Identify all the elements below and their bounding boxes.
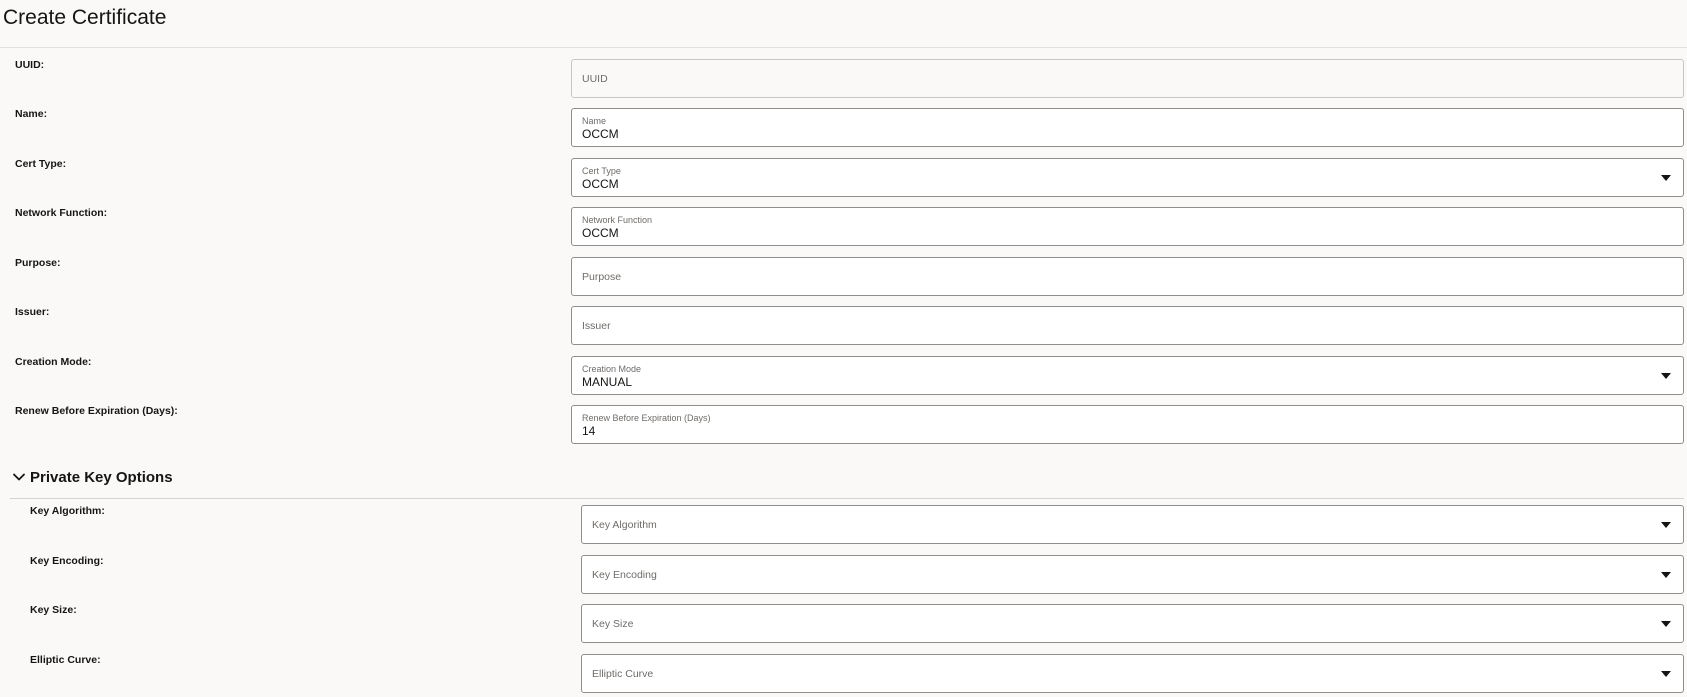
creation-mode-value: MANUAL bbox=[582, 375, 633, 389]
elliptic-curve-placeholder: Elliptic Curve bbox=[592, 668, 654, 680]
key-algorithm-row: Key Algorithm: Key Algorithm bbox=[0, 505, 1687, 545]
network-function-label: Network Function: bbox=[15, 207, 108, 219]
cert-type-value: OCCM bbox=[582, 177, 619, 191]
uuid-field[interactable]: UUID bbox=[571, 59, 1684, 98]
key-size-select[interactable]: Key Size bbox=[581, 604, 1684, 643]
purpose-field[interactable]: Purpose bbox=[571, 257, 1684, 296]
key-encoding-row: Key Encoding: Key Encoding bbox=[0, 555, 1687, 595]
key-size-label: Key Size: bbox=[30, 604, 77, 616]
key-algorithm-select[interactable]: Key Algorithm bbox=[581, 505, 1684, 544]
renew-before-expiration-field[interactable]: Renew Before Expiration (Days) 14 bbox=[571, 405, 1684, 444]
page-header: Create Certificate bbox=[0, 0, 1687, 48]
page-title: Create Certificate bbox=[3, 6, 167, 29]
key-encoding-select[interactable]: Key Encoding bbox=[581, 555, 1684, 594]
cert-type-label: Cert Type: bbox=[15, 158, 67, 170]
cert-type-row: Cert Type: Cert Type OCCM bbox=[0, 158, 1687, 198]
elliptic-curve-label: Elliptic Curve: bbox=[30, 654, 101, 666]
issuer-label: Issuer: bbox=[15, 306, 50, 318]
dropdown-caret-icon[interactable] bbox=[1661, 522, 1671, 528]
uuid-placeholder: UUID bbox=[582, 73, 608, 85]
cert-type-select[interactable]: Cert Type OCCM bbox=[571, 158, 1684, 197]
elliptic-curve-select[interactable]: Elliptic Curve bbox=[581, 654, 1684, 693]
purpose-placeholder: Purpose bbox=[582, 271, 622, 283]
name-field[interactable]: Name OCCM bbox=[571, 108, 1684, 147]
creation-mode-row: Creation Mode: Creation Mode MANUAL bbox=[0, 356, 1687, 396]
network-function-float-label: Network Function bbox=[582, 215, 653, 225]
name-value: OCCM bbox=[582, 127, 619, 141]
dropdown-caret-icon[interactable] bbox=[1661, 373, 1671, 379]
chevron-down-icon[interactable] bbox=[12, 470, 26, 484]
name-float-label: Name bbox=[582, 116, 607, 126]
renew-before-expiration-row: Renew Before Expiration (Days): Renew Be… bbox=[0, 405, 1687, 445]
dropdown-caret-icon[interactable] bbox=[1661, 572, 1671, 578]
uuid-label: UUID: bbox=[15, 59, 45, 71]
uuid-row: UUID: UUID bbox=[0, 59, 1687, 99]
network-function-value: OCCM bbox=[582, 226, 619, 240]
network-function-row: Network Function: Network Function OCCM bbox=[0, 207, 1687, 247]
key-algorithm-label: Key Algorithm: bbox=[30, 505, 105, 517]
renew-before-expiration-value: 14 bbox=[582, 424, 596, 438]
key-encoding-placeholder: Key Encoding bbox=[592, 569, 657, 581]
name-label: Name: bbox=[15, 108, 48, 120]
creation-mode-label: Creation Mode: bbox=[15, 356, 92, 368]
dropdown-caret-icon[interactable] bbox=[1661, 671, 1671, 677]
renew-before-expiration-float-label: Renew Before Expiration (Days) bbox=[582, 413, 711, 423]
purpose-label: Purpose: bbox=[15, 257, 61, 269]
key-size-row: Key Size: Key Size bbox=[0, 604, 1687, 644]
dropdown-caret-icon[interactable] bbox=[1661, 175, 1671, 181]
creation-mode-float-label: Creation Mode bbox=[582, 364, 642, 374]
key-encoding-label: Key Encoding: bbox=[30, 555, 104, 567]
creation-mode-select[interactable]: Creation Mode MANUAL bbox=[571, 356, 1684, 395]
section-title: Private Key Options bbox=[30, 469, 173, 486]
network-function-field[interactable]: Network Function OCCM bbox=[571, 207, 1684, 246]
key-size-placeholder: Key Size bbox=[592, 618, 634, 630]
renew-before-expiration-label: Renew Before Expiration (Days): bbox=[15, 405, 178, 417]
issuer-field[interactable]: Issuer bbox=[571, 306, 1684, 345]
dropdown-caret-icon[interactable] bbox=[1661, 621, 1671, 627]
name-row: Name: Name OCCM bbox=[0, 108, 1687, 148]
cert-type-float-label: Cert Type bbox=[582, 166, 621, 176]
issuer-row: Issuer: Issuer bbox=[0, 306, 1687, 346]
purpose-row: Purpose: Purpose bbox=[0, 257, 1687, 297]
issuer-placeholder: Issuer bbox=[582, 320, 611, 332]
elliptic-curve-row: Elliptic Curve: Elliptic Curve bbox=[0, 654, 1687, 694]
key-algorithm-placeholder: Key Algorithm bbox=[592, 519, 657, 531]
private-key-options-header[interactable]: Private Key Options bbox=[10, 466, 1684, 499]
